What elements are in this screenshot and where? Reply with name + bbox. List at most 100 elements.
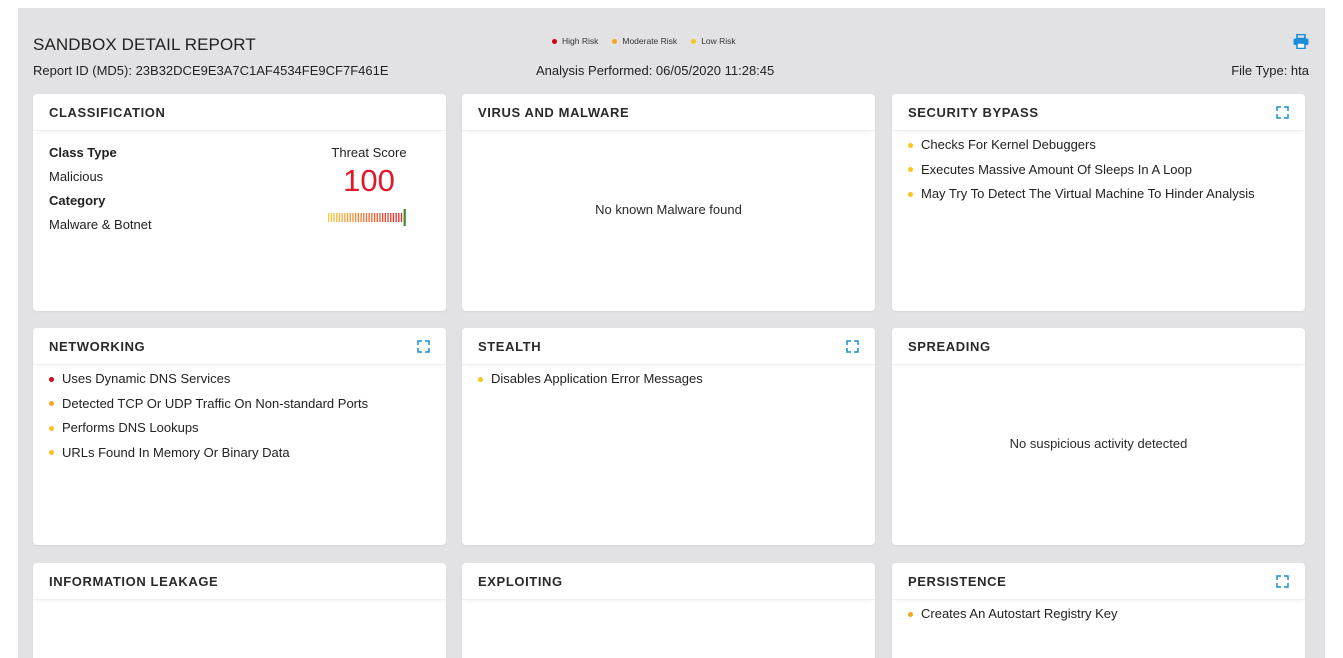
- list-item: Executes Massive Amount Of Sleeps In A L…: [908, 158, 1289, 183]
- high-risk-dot-icon: [49, 376, 54, 382]
- gauge-tick: [387, 213, 389, 222]
- expand-icon[interactable]: [1276, 105, 1289, 119]
- card-title: INFORMATION LEAKAGE: [49, 573, 219, 589]
- card-body: Disables Application Error Messages: [462, 365, 875, 392]
- gauge-tick: [346, 213, 349, 222]
- list-item: May Try To Detect The Virtual Machine To…: [908, 182, 1289, 207]
- threat-score-label: Threat Score: [331, 145, 407, 160]
- card-title: PERSISTENCE: [908, 573, 1007, 589]
- threat-score-value: 100: [343, 163, 395, 198]
- moderate-risk-dot-icon: [49, 401, 54, 407]
- card-title: VIRUS AND MALWARE: [478, 104, 630, 120]
- expand-icon[interactable]: [417, 339, 430, 353]
- moderate-risk-dot-icon: [612, 38, 618, 44]
- finding-list: Uses Dynamic DNS Services Detected TCP O…: [49, 367, 430, 465]
- finding-text: Disables Application Error Messages: [491, 371, 703, 386]
- card-body: Uses Dynamic DNS Services Detected TCP O…: [33, 365, 446, 465]
- card-header: SPREADING: [892, 328, 1305, 365]
- report-id: Report ID (MD5): 23B32DCE9E3A7C1AF4534FE…: [33, 63, 389, 78]
- finding-list: Checks For Kernel Debuggers Executes Mas…: [908, 133, 1289, 207]
- finding-text: Creates An Autostart Registry Key: [921, 606, 1118, 621]
- list-item: Creates An Autostart Registry Key: [908, 602, 1289, 627]
- gauge-tick: [336, 213, 338, 222]
- gauge-tick: [341, 213, 343, 222]
- high-risk-dot-icon: [552, 38, 557, 44]
- card-header: PERSISTENCE: [892, 563, 1305, 600]
- report-title: SANDBOX DETAIL REPORT: [33, 35, 256, 54]
- gauge-tick: [398, 213, 400, 222]
- card-information-leakage: INFORMATION LEAKAGE: [33, 563, 446, 658]
- finding-list: Disables Application Error Messages: [478, 367, 859, 392]
- class-type-value: Malicious: [49, 169, 104, 184]
- list-item: Checks For Kernel Debuggers: [908, 133, 1289, 158]
- gauge-tick: [333, 213, 335, 222]
- gauge-tick: [395, 213, 397, 222]
- finding-text: Detected TCP Or UDP Traffic On Non-stand…: [62, 395, 369, 411]
- card-body: Checks For Kernel Debuggers Executes Mas…: [892, 131, 1305, 207]
- card-security-bypass: SECURITY BYPASS Checks For Kernel Debugg…: [892, 94, 1305, 311]
- card-title: EXPLOITING: [478, 573, 563, 589]
- legend-low-risk: Low Risk: [691, 36, 736, 46]
- analysis-date: Analysis Performed: 06/05/2020 11:28:45: [536, 63, 775, 78]
- sandbox-report: SANDBOX DETAIL REPORT High Risk Moderate…: [18, 8, 1325, 658]
- gauge-tick: [330, 213, 332, 222]
- file-type: File Type: hta: [1231, 63, 1309, 78]
- card-title: STEALTH: [478, 338, 542, 354]
- low-risk-dot-icon: [691, 38, 697, 44]
- card-header: CLASSIFICATION: [33, 94, 446, 131]
- classification-details: Class Type Malicious Category Malware & …: [49, 145, 152, 241]
- gauge-tick: [371, 213, 373, 222]
- gauge-tick: [379, 213, 381, 222]
- empty-message: No suspicious activity detected: [1009, 436, 1188, 451]
- gauge-tick: [384, 213, 386, 222]
- low-risk-dot-icon: [478, 376, 483, 382]
- list-item: Uses Dynamic DNS Services: [49, 367, 430, 392]
- card-networking: NETWORKING Uses Dynamic DNS Services Det…: [33, 328, 446, 545]
- gauge-tick: [390, 213, 392, 222]
- gauge-tick: [352, 213, 354, 222]
- finding-text: May Try To Detect The Virtual Machine To…: [921, 186, 1255, 201]
- low-risk-dot-icon: [49, 425, 54, 431]
- category-value: Malware & Botnet: [49, 217, 152, 232]
- gauge-tick: [355, 213, 357, 222]
- expand-icon[interactable]: [1276, 574, 1289, 588]
- card-stealth: STEALTH Disables Application Error Messa…: [462, 328, 875, 545]
- gauge-tick: [373, 213, 376, 222]
- low-risk-dot-icon: [49, 450, 54, 456]
- threat-score-panel: Threat Score 100: [324, 145, 414, 227]
- printer-icon[interactable]: [1293, 34, 1309, 49]
- gauge-tick: [392, 213, 395, 222]
- card-title: CLASSIFICATION: [49, 104, 166, 120]
- gauge-marker: [403, 209, 406, 226]
- finding-text: Uses Dynamic DNS Services: [62, 371, 231, 386]
- low-risk-dot-icon: [908, 167, 913, 173]
- gauge-tick: [400, 213, 403, 222]
- legend-label: Moderate Risk: [622, 36, 678, 46]
- card-header: STEALTH: [462, 328, 875, 365]
- legend-moderate-risk: Moderate Risk: [612, 36, 677, 46]
- card-header: NETWORKING: [33, 328, 446, 365]
- legend-label: Low Risk: [701, 36, 736, 46]
- legend-high-risk: High Risk: [552, 36, 598, 46]
- finding-text: Checks For Kernel Debuggers: [921, 137, 1096, 152]
- card-body: Creates An Autostart Registry Key: [892, 600, 1305, 627]
- card-spreading: SPREADING No suspicious activity detecte…: [892, 328, 1305, 545]
- card-title: SECURITY BYPASS: [908, 104, 1039, 120]
- legend-label: High Risk: [562, 36, 599, 46]
- card-body: Class Type Malicious Category Malware & …: [33, 131, 446, 232]
- card-virus-malware: VIRUS AND MALWARE No known Malware found: [462, 94, 875, 311]
- card-title: SPREADING: [908, 338, 991, 354]
- card-classification: CLASSIFICATION Class Type Malicious Cate…: [33, 94, 446, 311]
- finding-text: Executes Massive Amount Of Sleeps In A L…: [921, 161, 1192, 177]
- card-header: VIRUS AND MALWARE: [462, 94, 875, 131]
- gauge-tick: [349, 213, 351, 222]
- expand-icon[interactable]: [846, 339, 859, 353]
- card-header: INFORMATION LEAKAGE: [33, 563, 446, 600]
- list-item: URLs Found In Memory Or Binary Data: [49, 441, 430, 466]
- moderate-risk-dot-icon: [908, 611, 913, 617]
- low-risk-dot-icon: [908, 142, 913, 148]
- list-item: Performs DNS Lookups: [49, 416, 430, 441]
- gauge-tick: [338, 213, 341, 222]
- card-exploiting: EXPLOITING: [462, 563, 875, 658]
- card-persistence: PERSISTENCE Creates An Autostart Registr…: [892, 563, 1305, 658]
